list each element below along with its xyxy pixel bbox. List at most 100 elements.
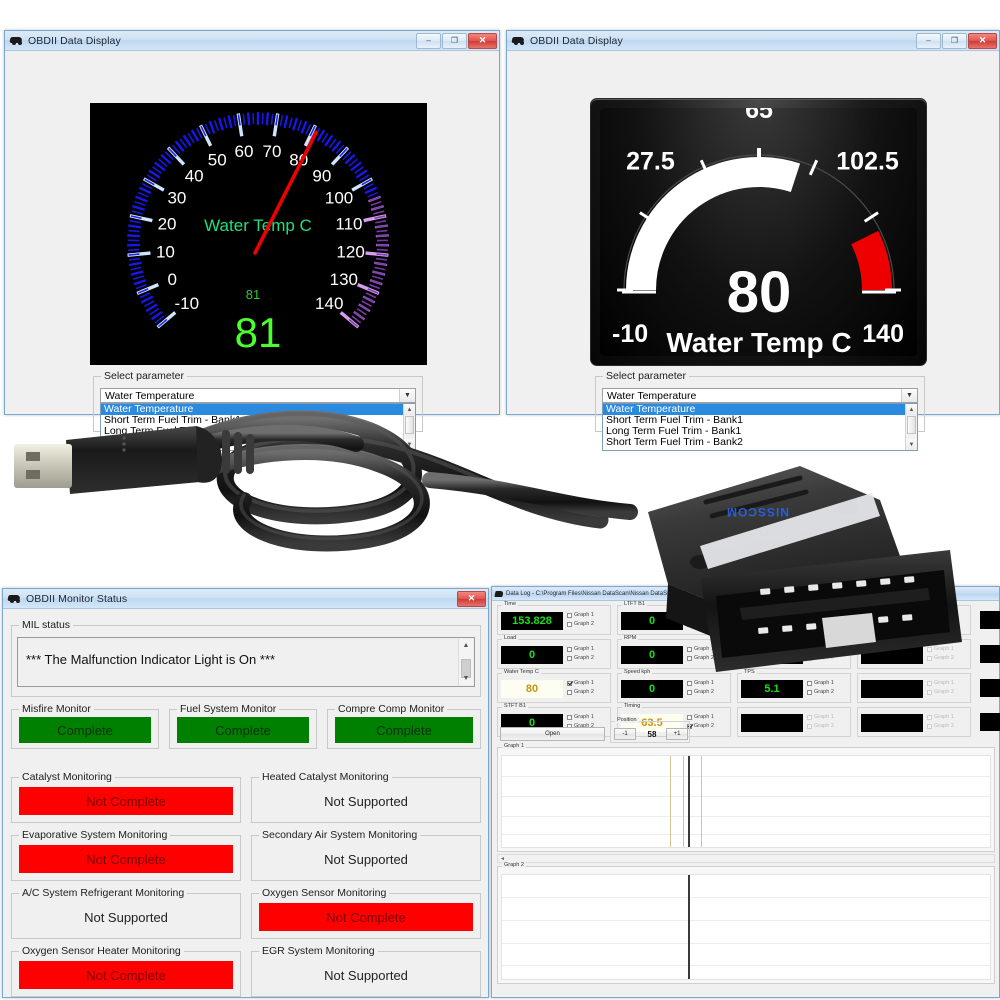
scrollbar-thumb[interactable]: [907, 416, 916, 434]
param-field[interactable]: Graph 1 Graph 2: [857, 639, 971, 669]
param-field[interactable]: RPM 0 Graph 1 Graph 2: [617, 639, 731, 669]
param-value: [861, 612, 923, 630]
graph2-checkbox[interactable]: Graph 2: [567, 688, 594, 697]
param-graph-checkboxes: Graph 1 Graph 2: [927, 679, 954, 697]
graph2-checkbox[interactable]: Graph 2: [927, 722, 954, 731]
param-field[interactable]: Load 0 Graph 1 Graph 2: [497, 639, 611, 669]
graph2-checkbox[interactable]: Graph 2: [567, 620, 594, 629]
parameter-combo-right[interactable]: Water Temperature ▼: [602, 388, 918, 403]
graph1-checkbox[interactable]: Graph 1: [807, 611, 834, 620]
titlebar-right[interactable]: OBDII Data Display – ❐ ✕: [507, 31, 999, 51]
scroll-down-icon[interactable]: ▼: [459, 672, 473, 685]
parameter-combo-left[interactable]: Water Temperature ▼: [100, 388, 416, 403]
scroll-down-icon[interactable]: ▼: [404, 439, 415, 450]
graph2-checkbox[interactable]: Graph 2: [687, 654, 714, 663]
param-field[interactable]: Graph 1 Graph 2: [857, 673, 971, 703]
close-button-monitor[interactable]: ✕: [457, 591, 486, 607]
close-button-right[interactable]: ✕: [968, 33, 997, 49]
graph1-checkbox[interactable]: Graph 1: [927, 713, 954, 722]
graph-hscrollbar[interactable]: ◄: [497, 854, 995, 863]
graph1-checkbox[interactable]: Graph 1: [927, 611, 954, 620]
scroll-down-icon[interactable]: ▼: [906, 439, 917, 450]
graph2-checkbox[interactable]: Graph 2: [807, 620, 834, 629]
maximize-button-right[interactable]: ❐: [942, 33, 967, 49]
scroll-up-icon[interactable]: ▲: [906, 404, 917, 415]
param-field[interactable]: Graph 1 Graph 2: [737, 639, 851, 669]
graph2-checkbox[interactable]: Graph 2: [687, 620, 714, 629]
open-button[interactable]: Open: [500, 727, 605, 741]
titlebar-data-log[interactable]: Data Log - C:\Program Files\Nissan DataS…: [492, 587, 999, 601]
graph1-checkbox[interactable]: Graph 1: [567, 611, 594, 620]
graph1-checkbox[interactable]: Graph 1: [567, 645, 594, 654]
param-field[interactable]: Graph 1 Graph 2: [857, 707, 971, 737]
maximize-button-left[interactable]: ❐: [442, 33, 467, 49]
graph1-checkbox[interactable]: Graph 1: [807, 713, 834, 722]
param-field-overflow[interactable]: [977, 707, 1000, 737]
param-field[interactable]: Graph 1 Graph 2: [737, 605, 851, 635]
param-field[interactable]: Water Temp C 80 Graph 1 Graph 2: [497, 673, 611, 703]
close-button-left[interactable]: ✕: [468, 33, 497, 49]
scrollbar-thumb[interactable]: [405, 416, 414, 434]
svg-text:50: 50: [208, 150, 227, 169]
graph2-checkbox[interactable]: Graph 2: [927, 620, 954, 629]
listbox-scrollbar-left[interactable]: ▲ ▼: [403, 404, 415, 450]
param-field-overflow[interactable]: [977, 605, 1000, 635]
graph1-checkbox[interactable]: Graph 1: [927, 679, 954, 688]
param-field[interactable]: Speed kph 0 Graph 1 Graph 2: [617, 673, 731, 703]
graph1-checkbox[interactable]: Graph 1: [687, 611, 714, 620]
scroll-up-icon[interactable]: ▲: [459, 639, 473, 652]
graph1-checkbox[interactable]: Graph 1: [807, 645, 834, 654]
scroll-left-icon[interactable]: ◄: [498, 855, 507, 862]
param-field-overflow[interactable]: [977, 639, 1000, 669]
minimize-button-right[interactable]: –: [916, 33, 941, 49]
graph2-panel[interactable]: Graph 2: [497, 866, 995, 984]
param-caption: TPS: [742, 669, 757, 675]
obdii-monitor-status-window[interactable]: OBDII Monitor Status ✕ MIL status *** Th…: [2, 588, 489, 998]
param-field[interactable]: Graph 1 Graph 2: [857, 605, 971, 635]
graph1-checkbox[interactable]: Graph 1: [927, 645, 954, 654]
graph2-checkbox[interactable]: Graph 2: [807, 722, 834, 731]
param-graph-checkboxes: Graph 1 Graph 2: [687, 645, 714, 663]
param-field[interactable]: Graph 1 Graph 2: [737, 707, 851, 737]
graph1-checkbox[interactable]: Graph 1: [687, 679, 714, 688]
graph1-checkbox[interactable]: Graph 1: [567, 713, 594, 722]
titlebar-left[interactable]: OBDII Data Display – ❐ ✕: [5, 31, 499, 51]
chevron-down-icon[interactable]: ▼: [399, 389, 415, 402]
graph2-checkbox[interactable]: Graph 2: [807, 654, 834, 663]
param-field[interactable]: Time 153.828 Graph 1 Graph 2: [497, 605, 611, 635]
param-field[interactable]: LTFT B1 0 Graph 1 Graph 2: [617, 605, 731, 635]
list-item[interactable]: Short Term Fuel Trim - Bank2: [603, 437, 917, 448]
parameter-listbox-right[interactable]: Water Temperature Short Term Fuel Trim -…: [602, 403, 918, 451]
obdii-data-display-window-left[interactable]: OBDII Data Display – ❐ ✕ -10010203040506…: [4, 30, 500, 415]
graph2-checkbox[interactable]: Graph 2: [687, 688, 714, 697]
param-field[interactable]: TPS 5.1 Graph 1 Graph 2: [737, 673, 851, 703]
graph2-checkbox[interactable]: Graph 2: [927, 688, 954, 697]
graph2-checkbox[interactable]: Graph 2: [927, 654, 954, 663]
graph1-panel[interactable]: Graph 1: [497, 747, 995, 852]
param-graph-checkboxes: Graph 1 Graph 2: [687, 679, 714, 697]
graph2-checkbox[interactable]: Graph 2: [567, 654, 594, 663]
parameter-listbox-left[interactable]: Water Temperature Short Term Fuel Trim -…: [100, 403, 416, 451]
graph1-plot[interactable]: [501, 755, 991, 848]
listbox-scrollbar-right[interactable]: ▲ ▼: [905, 404, 917, 450]
graph1-checkbox[interactable]: Graph 1: [687, 645, 714, 654]
position-plus-button[interactable]: +1: [666, 728, 688, 740]
minimize-button-left[interactable]: –: [416, 33, 441, 49]
graph2-plot[interactable]: [501, 874, 991, 980]
graph2-checkbox[interactable]: Graph 2: [687, 722, 714, 731]
data-log-window[interactable]: Data Log - C:\Program Files\Nissan DataS…: [491, 586, 1000, 998]
mil-status-textbox[interactable]: *** The Malfunction Indicator Light is O…: [17, 637, 475, 687]
graph1-checkbox[interactable]: Graph 1: [567, 679, 594, 688]
mil-scrollbar[interactable]: ▲ ▼: [458, 639, 473, 685]
param-field-overflow[interactable]: [977, 673, 1000, 703]
titlebar-monitor[interactable]: OBDII Monitor Status ✕: [3, 589, 488, 609]
graph1-checkbox[interactable]: Graph 1: [687, 713, 714, 722]
scroll-up-icon[interactable]: ▲: [404, 404, 415, 415]
list-item[interactable]: Short Term Fuel Trim - Bank2: [101, 437, 415, 448]
obdii-data-display-window-right[interactable]: OBDII Data Display – ❐ ✕ -1027.565102.51…: [506, 30, 1000, 415]
chevron-down-icon[interactable]: ▼: [901, 389, 917, 402]
graph2-checkbox[interactable]: Graph 2: [807, 688, 834, 697]
graph1-checkbox[interactable]: Graph 1: [807, 679, 834, 688]
position-minus-button[interactable]: -1: [614, 728, 636, 740]
param-value: [861, 646, 923, 664]
